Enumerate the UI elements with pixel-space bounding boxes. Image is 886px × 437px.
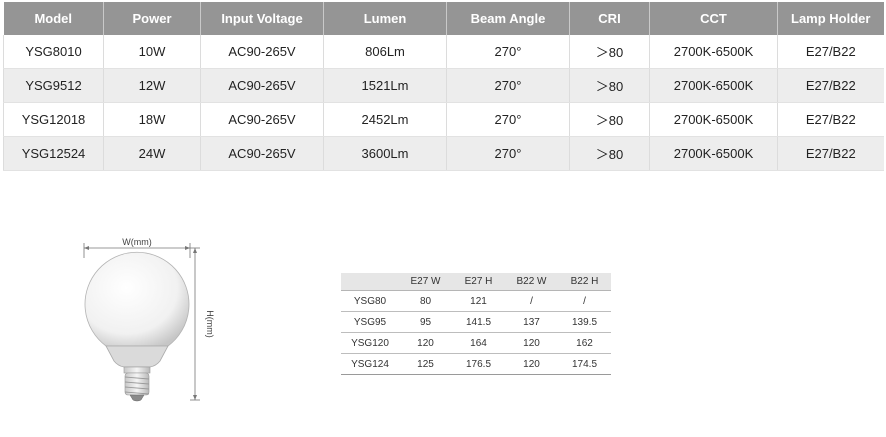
spec-cell-power: 10W	[103, 35, 201, 69]
dimension-cell-b22-w: 120	[505, 332, 558, 354]
spec-cell-voltage: AC90-265V	[200, 102, 324, 137]
dimension-row: YSG120 120 164 120 162	[341, 332, 611, 354]
spec-row: YSG8010 10W AC90-265V 806Lm 270° ＞80 270…	[3, 35, 884, 69]
dimension-header-b22-h: B22 H	[558, 273, 611, 291]
spec-cell-beam-angle: 270°	[446, 102, 570, 137]
spec-cell-model: YSG8010	[3, 35, 104, 69]
spec-cell-cri: ＞80	[569, 35, 650, 69]
spec-cell-cri: ＞80	[569, 136, 650, 171]
dimension-cell-model: YSG124	[341, 353, 399, 375]
dimension-cell-b22-w: /	[530, 295, 533, 307]
spec-row: YSG12524 24W AC90-265V 3600Lm 270° ＞80 2…	[3, 136, 884, 171]
spec-header-lumen: Lumen	[323, 2, 447, 35]
dimension-row: YSG95 95 141.5 137 139.5	[341, 311, 611, 333]
spec-header-model: Model	[3, 2, 104, 35]
spec-cell-voltage: AC90-265V	[200, 136, 324, 171]
spec-cell-beam-angle: 270°	[446, 35, 570, 69]
dimension-header-b22-w: B22 W	[505, 273, 558, 291]
dimension-cell-e27-h: 121	[470, 295, 487, 307]
spec-cell-lumen: 806Lm	[323, 35, 447, 69]
dimension-cell-model: YSG95	[341, 311, 399, 333]
spec-cell-power: 12W	[103, 68, 201, 103]
dimension-cell-b22-h: /	[583, 295, 586, 307]
dimension-cell-e27-w: 120	[399, 332, 452, 354]
spec-cell-lumen: 2452Lm	[323, 102, 447, 137]
height-dimension-line	[190, 247, 200, 401]
spec-row: YSG9512 12W AC90-265V 1521Lm 270° ＞80 27…	[3, 68, 884, 103]
spec-cell-voltage: AC90-265V	[200, 68, 324, 103]
spec-row: YSG12018 18W AC90-265V 2452Lm 270° ＞80 2…	[3, 102, 884, 137]
spec-cell-cri: ＞80	[569, 102, 650, 137]
dimension-table: E27 W E27 H B22 W B22 H YSG80 80 121 / /…	[341, 273, 611, 375]
spec-header-cct: CCT	[649, 2, 778, 35]
spec-cell-power: 18W	[103, 102, 201, 137]
spec-cell-lamp-holder: E27/B22	[777, 68, 884, 103]
spec-cell-lamp-holder: E27/B22	[777, 136, 884, 171]
dimension-cell-b22-h: 174.5	[558, 353, 611, 375]
spec-cell-cct: 2700K-6500K	[649, 136, 778, 171]
spec-header-power: Power	[103, 2, 201, 35]
dimension-cell-e27-h: 164	[452, 332, 505, 354]
spec-header-input-voltage: Input Voltage	[200, 2, 324, 35]
dimension-cell-e27-h: 176.5	[452, 353, 505, 375]
spec-cell-cct: 2700K-6500K	[649, 35, 778, 69]
dimension-row: YSG124 125 176.5 120 174.5	[341, 353, 611, 375]
width-label: W(mm)	[122, 237, 151, 247]
spec-cell-cct: 2700K-6500K	[649, 68, 778, 103]
spec-header-row: Model Power Input Voltage Lumen Beam Ang…	[3, 2, 884, 35]
spec-cell-lamp-holder: E27/B22	[777, 102, 884, 137]
dimension-cell-e27-w: 95	[399, 311, 452, 333]
dimension-cell-b22-h: 139.5	[558, 311, 611, 333]
dimension-header-model	[341, 273, 399, 291]
dimension-cell-e27-w: 80	[419, 295, 432, 307]
spec-cell-model: YSG12524	[3, 136, 104, 171]
dimension-header-e27-h: E27 H	[452, 273, 505, 291]
spec-cell-model: YSG12018	[3, 102, 104, 137]
spec-cell-lumen: 1521Lm	[323, 68, 447, 103]
dimension-cell-b22-w: 137	[505, 311, 558, 333]
height-label: H(mm)	[205, 310, 215, 338]
spec-cell-power: 24W	[103, 136, 201, 171]
bulb-globe	[84, 251, 190, 368]
spec-cell-cct: 2700K-6500K	[649, 102, 778, 137]
spec-header-cri: CRI	[569, 2, 650, 35]
dimension-cell-model: YSG80	[353, 295, 387, 307]
spec-header-lamp-holder: Lamp Holder	[777, 2, 884, 35]
dimension-cell-b22-h: 162	[558, 332, 611, 354]
spec-cell-lamp-holder: E27/B22	[777, 35, 884, 69]
spec-table: Model Power Input Voltage Lumen Beam Ang…	[3, 2, 884, 171]
dimension-cell-b22-w: 120	[505, 353, 558, 375]
bulb-screw-base	[123, 366, 151, 402]
dimension-cell-e27-h: 141.5	[452, 311, 505, 333]
spec-cell-model: YSG9512	[3, 68, 104, 103]
spec-cell-cri: ＞80	[569, 68, 650, 103]
spec-cell-lumen: 3600Lm	[323, 136, 447, 171]
spec-cell-voltage: AC90-265V	[200, 35, 324, 69]
dimension-header-e27-w: E27 W	[399, 273, 452, 291]
dimension-header-row: E27 W E27 H B22 W B22 H	[341, 273, 611, 291]
dimension-row: YSG80 80 121 / /	[341, 291, 611, 312]
bulb-dimension-diagram: W(mm) H(mm)	[83, 237, 215, 402]
spec-cell-beam-angle: 270°	[446, 68, 570, 103]
spec-cell-beam-angle: 270°	[446, 136, 570, 171]
dimension-cell-model: YSG120	[341, 332, 399, 354]
spec-header-beam-angle: Beam Angle	[446, 2, 570, 35]
dimension-cell-e27-w: 125	[399, 353, 452, 375]
